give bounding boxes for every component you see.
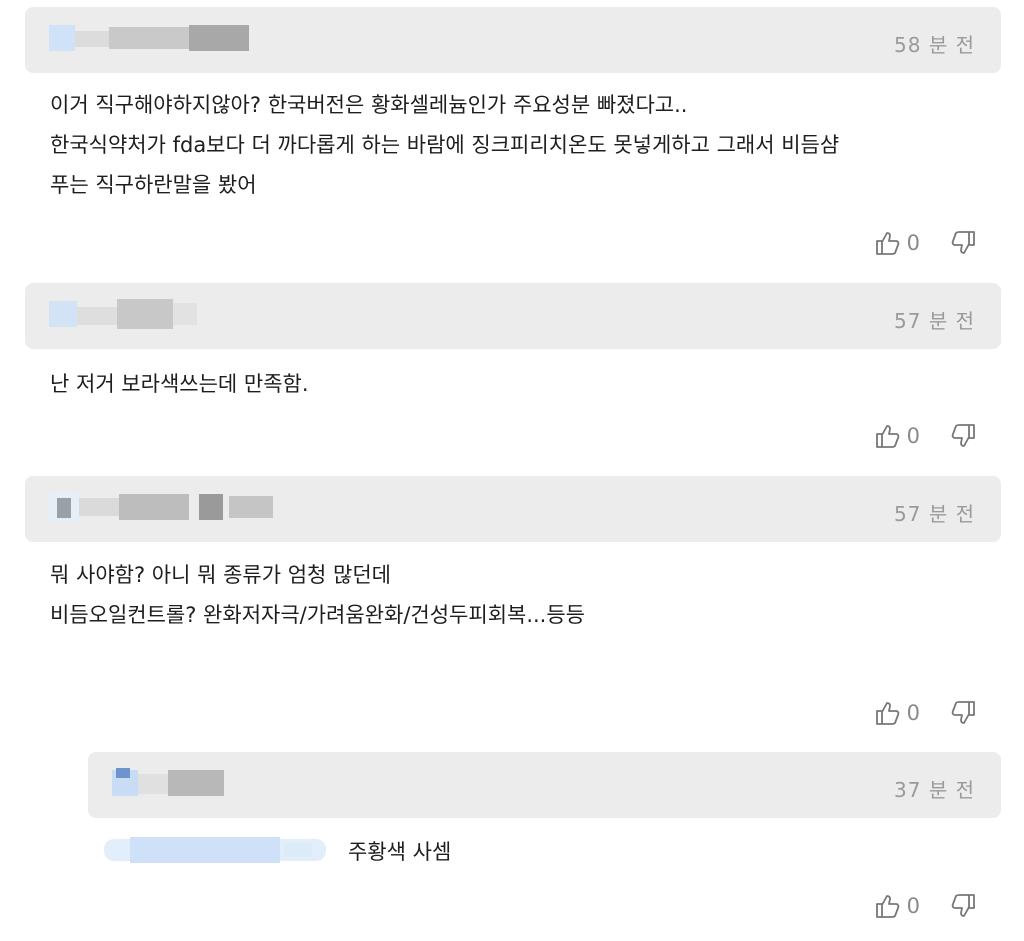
thumbs-up-icon <box>875 230 901 256</box>
like-count: 0 <box>906 894 920 918</box>
like-button[interactable]: 0 <box>875 230 950 256</box>
thumbs-down-icon <box>950 423 976 449</box>
mention-blurred[interactable] <box>104 833 326 867</box>
timestamp: 37 분 전 <box>894 778 975 802</box>
thumbs-down-icon <box>950 893 976 919</box>
comment-body: 난 저거 보라색쓰는데 만족함. <box>50 364 309 404</box>
like-button[interactable]: 0 <box>875 423 950 449</box>
comment-line: 이거 직구해야하지않아? 한국버전은 황화셀레늄인가 주요성분 빠졌다고.. <box>50 93 688 117</box>
comment-line: 푸는 직구하란말을 봤어 <box>50 173 257 197</box>
reply-body: 주황색 사셈 <box>348 832 451 872</box>
timestamp: 57 분 전 <box>894 309 975 333</box>
comment-header: 57 분 전 <box>25 283 1001 349</box>
dislike-button[interactable] <box>950 700 976 726</box>
reply-text: 주황색 사셈 <box>348 840 452 864</box>
comment-header: 58 분 전 <box>25 7 1001 73</box>
like-count: 0 <box>906 231 920 255</box>
like-count: 0 <box>906 424 920 448</box>
username-blurred[interactable] <box>49 490 279 524</box>
thumbs-down-icon <box>950 230 976 256</box>
comment-body: 이거 직구해야하지않아? 한국버전은 황화셀레늄인가 주요성분 빠졌다고.. 한… <box>50 85 839 205</box>
dislike-button[interactable] <box>950 423 976 449</box>
comment-line: 난 저거 보라색쓰는데 만족함. <box>50 372 309 396</box>
reaction-bar: 0 <box>875 696 976 730</box>
thumbs-up-icon <box>875 700 901 726</box>
comment-body: 뭐 사야함? 아니 뭐 종류가 엄청 많던데 비듬오일컨트롤? 완화저자극/가려… <box>50 555 585 635</box>
thumbs-up-icon <box>875 893 901 919</box>
like-count: 0 <box>906 701 920 725</box>
username-blurred[interactable] <box>112 766 232 800</box>
dislike-button[interactable] <box>950 230 976 256</box>
comment-line: 뭐 사야함? 아니 뭐 종류가 엄청 많던데 <box>50 563 391 587</box>
thumbs-down-icon <box>950 700 976 726</box>
reaction-bar: 0 <box>875 226 976 260</box>
like-button[interactable]: 0 <box>875 893 950 919</box>
reaction-bar: 0 <box>875 419 976 453</box>
timestamp: 57 분 전 <box>894 502 975 526</box>
reaction-bar: 0 <box>875 889 976 923</box>
username-blurred[interactable] <box>49 21 249 55</box>
comment-line: 비듬오일컨트롤? 완화저자극/가려움완화/건성두피회복...등등 <box>50 603 585 627</box>
like-button[interactable]: 0 <box>875 700 950 726</box>
thumbs-up-icon <box>875 423 901 449</box>
comment-line: 한국식약처가 fda보다 더 까다롭게 하는 바람에 징크피리치온도 못넣게하고… <box>50 133 840 157</box>
username-blurred[interactable] <box>49 297 209 331</box>
dislike-button[interactable] <box>950 893 976 919</box>
reply-header: 37 분 전 <box>88 752 1001 818</box>
timestamp: 58 분 전 <box>894 33 975 57</box>
comment-header: 57 분 전 <box>25 476 1001 542</box>
